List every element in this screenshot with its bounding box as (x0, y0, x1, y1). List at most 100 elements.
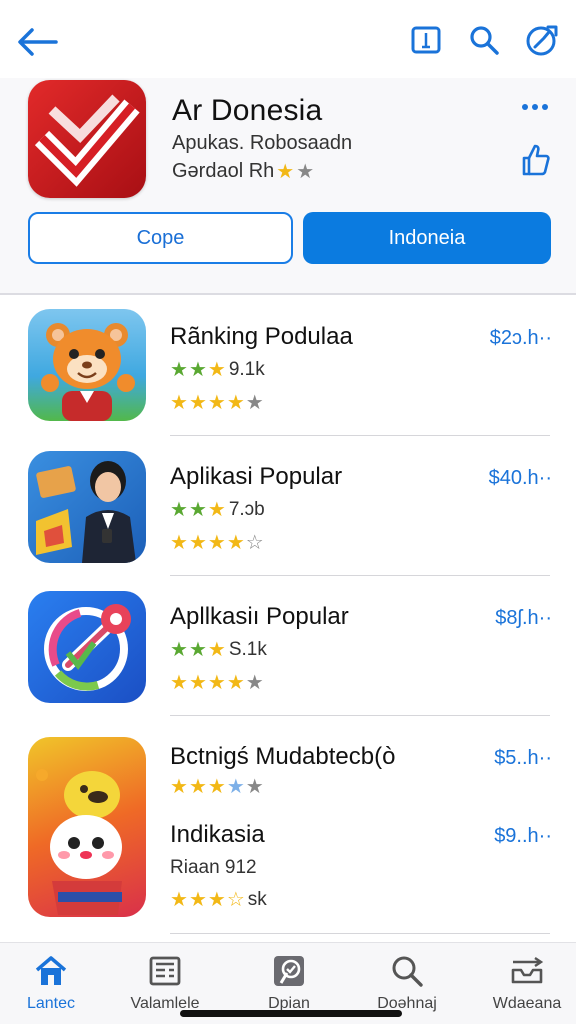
star-icon: ★ (170, 392, 188, 414)
star-icon: ★ (207, 889, 226, 911)
rating-stars: ★ ★ ★ ★ ★ (170, 673, 264, 693)
star-icon: ★ (207, 639, 226, 661)
star-icon: ☆ (245, 532, 264, 554)
star-icon: ★ (207, 499, 226, 521)
home-icon (31, 951, 71, 991)
rating-row-2: ★ ★ ★ ☆ sk (170, 889, 267, 911)
app-name: Bctnigś Mudabtecb(ò (170, 743, 396, 770)
tab-dpian[interactable]: Dpian (234, 951, 344, 1013)
rating-row-2: ★ ★ ★ ★ ★ (170, 393, 264, 413)
home-indicator (180, 1010, 402, 1017)
app-icon (28, 451, 146, 563)
star-icon: ★ (296, 160, 315, 183)
tab-doehnaj[interactable]: Doəhnaj (352, 951, 462, 1013)
tray-icon (507, 951, 547, 991)
top-bar (0, 0, 576, 80)
share-button[interactable] (516, 140, 554, 180)
dot-icon (522, 104, 528, 110)
more-button[interactable] (518, 92, 552, 122)
star-icon: ★ (170, 776, 188, 798)
dot-icon (542, 104, 548, 110)
thumbs-up-icon (522, 144, 550, 176)
star-icon: ★ (276, 160, 295, 183)
back-button[interactable] (14, 22, 62, 62)
rating-row: ★ ★ ★ S.1k (170, 639, 267, 661)
list-item[interactable]: Rãnking Podulaa ★ ★ ★ 9.1k ★ ★ ★ ★ ★ $2ɔ… (0, 295, 576, 436)
rating-row: ★ ★ ★ 9.1k (170, 359, 265, 381)
star-icon: ★ (226, 672, 245, 694)
app-developer: Apukas. Robosaadn (172, 132, 353, 154)
star-icon: ★ (226, 392, 245, 414)
search-icon (387, 951, 427, 991)
star-icon: ★ (188, 889, 207, 911)
bookmark-button[interactable] (408, 20, 444, 60)
compass-icon (526, 25, 558, 56)
star-icon: ★ (170, 639, 188, 661)
tab-lantec[interactable]: Lantec (0, 951, 106, 1013)
star-icon: ☆ (226, 889, 245, 911)
rating-count: 7.ɔb (228, 499, 265, 520)
star-icon: ★ (188, 672, 207, 694)
tab-wdaeana[interactable]: Wdaeana (472, 951, 576, 1013)
indonesia-button[interactable]: Indoneia (303, 212, 551, 264)
star-icon: ★ (226, 776, 245, 798)
app-developer: Riaan 912 (170, 857, 257, 879)
rating-row: ★ ★ ★ ★ ★ (170, 777, 264, 797)
star-icon: ★ (170, 532, 188, 554)
rating-count: 9.1k (228, 359, 265, 380)
star-icon: ★ (170, 672, 188, 694)
price-button[interactable]: $40.h·· (489, 467, 552, 490)
developer-text: Riaan 912 (170, 857, 257, 878)
app-category-text: Gərdaol Rh (172, 160, 275, 182)
rating-stars: ★ ★ ★ ★ ★ (170, 393, 264, 413)
star-icon: ★ (170, 889, 188, 911)
rating-stars: ★ ★ ★ ☆ (170, 890, 245, 910)
rating-count: S.1k (228, 639, 267, 660)
rating-stars: ★ ★ ★ (170, 360, 226, 380)
star-icon: ★ (188, 499, 207, 521)
app-name: Aplikasi Popular (170, 463, 343, 490)
star-icon: ★ (245, 672, 264, 694)
app-name: Rãnking Podulaa (170, 323, 353, 350)
rating-row-2: ★ ★ ★ ★ ★ (170, 673, 264, 693)
star-icon: ★ (188, 639, 207, 661)
person-icon (36, 461, 136, 563)
row-separator (170, 933, 550, 934)
star-icon: ★ (226, 532, 245, 554)
star-icon: ★ (207, 776, 226, 798)
star-icon: ★ (170, 499, 188, 521)
list-item[interactable]: Bctnigś Mudabtecb(ò ★ ★ ★ ★ ★ Indikasia … (0, 715, 576, 937)
star-icon: ★ (245, 392, 264, 414)
star-icon: ★ (207, 359, 226, 381)
rating-row: ★ ★ ★ 7.ɔb (170, 499, 265, 521)
price-button[interactable]: $2ɔ.h·· (490, 327, 552, 350)
app-icon (28, 737, 146, 917)
tab-valamlele[interactable]: Valamlele (110, 951, 220, 1013)
app-category: Gərdaol Rh ★ ★ (172, 160, 314, 183)
app-header: Ar Donesia Apukas. Robosaadn Gərdaol Rh … (0, 78, 576, 293)
search-icon (470, 26, 499, 55)
app-name-secondary: Indikasia (170, 821, 265, 848)
rating-stars: ★ ★ ★ (170, 500, 226, 520)
book-icon (411, 26, 441, 54)
copy-button[interactable]: Cope (28, 212, 293, 264)
list-item[interactable]: Apllkasiı Popular ★ ★ ★ S.1k ★ ★ ★ ★ ★ $… (0, 575, 576, 716)
chevron-left-icon (18, 28, 58, 56)
price-button[interactable]: $5..h·· (494, 747, 552, 770)
app-icon (28, 591, 146, 703)
rating-stars: ★ ★ ★ ★ ★ (170, 777, 264, 797)
newspaper-icon (145, 951, 185, 991)
rating-stars: ★ ★ ★ ★ ☆ (170, 533, 264, 553)
price-button-secondary[interactable]: $9..h·· (494, 825, 552, 848)
dot-icon (532, 104, 538, 110)
star-icon: ★ (188, 776, 207, 798)
compass-button[interactable] (524, 20, 560, 60)
star-icon: ★ (207, 532, 226, 554)
star-icon: ★ (207, 392, 226, 414)
app-icon (28, 80, 146, 198)
price-button[interactable]: $8ʃ.h·· (495, 607, 552, 630)
list-item[interactable]: Aplikasi Popular ★ ★ ★ 7.ɔb ★ ★ ★ ★ ☆ $4… (0, 435, 576, 576)
search-button[interactable] (466, 20, 502, 60)
star-icon: ★ (245, 776, 264, 798)
star-icon: ★ (207, 672, 226, 694)
